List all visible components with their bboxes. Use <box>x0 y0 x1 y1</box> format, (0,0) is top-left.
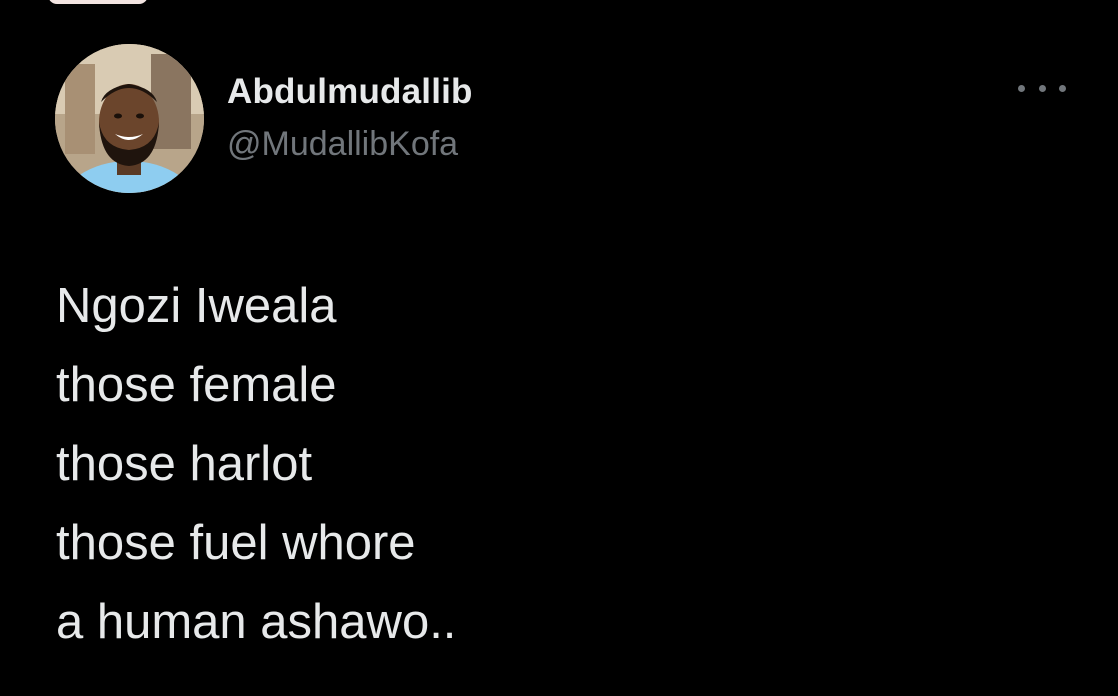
tweet-text: Ngozi Iweala those female those harlot t… <box>56 267 456 662</box>
avatar[interactable] <box>55 44 204 193</box>
profile-photo-icon <box>55 44 204 193</box>
more-dot <box>1059 84 1066 92</box>
author-handle[interactable]: @MudallibKofa <box>227 122 473 166</box>
tweet-header: Abdulmudallib @MudallibKofa <box>55 44 1078 194</box>
more-dot <box>1038 84 1046 92</box>
tweet-text-line: those female <box>56 358 337 412</box>
tweet-text-line: a human ashawo.. <box>56 595 457 649</box>
previous-element-edge <box>48 0 148 4</box>
tweet-text-line: those fuel whore <box>56 516 416 570</box>
more-options-icon[interactable] <box>1018 76 1066 100</box>
tweet-text-line: Ngozi Iweala <box>56 279 337 333</box>
tweet-text-line: those harlot <box>56 437 313 491</box>
author-names: Abdulmudallib @MudallibKofa <box>227 70 473 166</box>
more-dot <box>1018 84 1025 92</box>
author-display-name[interactable]: Abdulmudallib <box>227 70 473 114</box>
